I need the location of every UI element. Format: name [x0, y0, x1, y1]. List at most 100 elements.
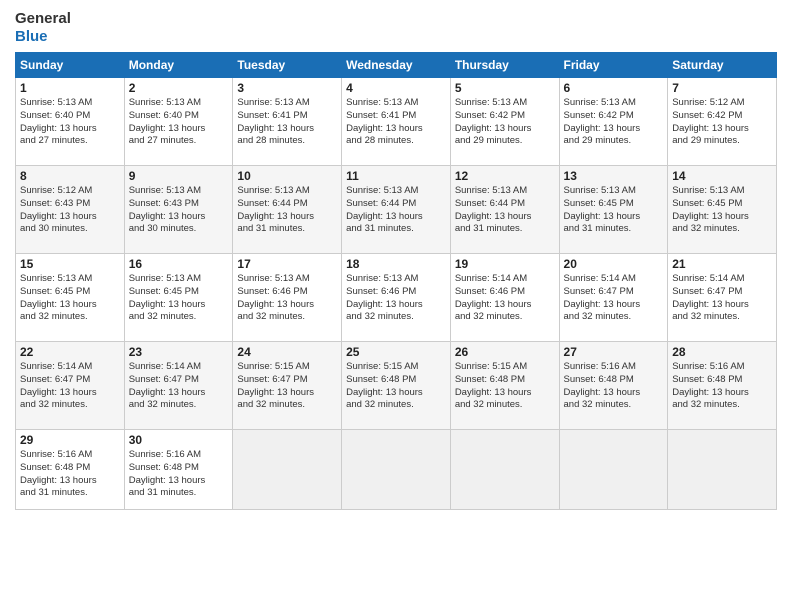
calendar-cell: 9 Sunrise: 5:13 AM Sunset: 6:43 PM Daylig…: [124, 166, 233, 254]
day-number: 16: [129, 257, 229, 271]
day-info: Sunrise: 5:15 AM Sunset: 6:48 PM Dayligh…: [455, 361, 555, 412]
calendar-cell: 10Sunrise: 5:13 AM Sunset: 6:44 PM Dayli…: [233, 166, 342, 254]
weekday-header-monday: Monday: [124, 53, 233, 78]
calendar-cell: 15 Sunrise: 5:13 AM Sunset: 6:45 PM Dayli…: [16, 254, 125, 342]
logo-text: GeneralBlue: [15, 10, 71, 46]
day-info: Sunrise: 5:13 AM Sunset: 6:44 PM Dayligh…: [346, 185, 446, 236]
day-info: Sunrise: 5:13 AM Sunset: 6:40 PM Dayligh…: [20, 97, 120, 148]
day-info: Sunrise: 5:13 AM Sunset: 6:45 PM Dayligh…: [564, 185, 664, 236]
day-number: 19: [455, 257, 555, 271]
day-number: 2: [129, 81, 229, 95]
calendar-cell: 12Sunrise: 5:13 AM Sunset: 6:44 PM Dayli…: [450, 166, 559, 254]
day-info: Sunrise: 5:13 AM Sunset: 6:45 PM Dayligh…: [129, 273, 229, 324]
calendar-cell: 11 Sunrise: 5:13 AM Sunset: 6:44 PM Dayli…: [342, 166, 451, 254]
calendar-cell: 22 Sunrise: 5:14 AM Sunset: 6:47 PM Dayli…: [16, 342, 125, 430]
day-number: 20: [564, 257, 664, 271]
calendar-cell: [668, 430, 777, 510]
day-number: 1: [20, 81, 120, 95]
day-number: 25: [346, 345, 446, 359]
weekday-header-tuesday: Tuesday: [233, 53, 342, 78]
day-number: 6: [564, 81, 664, 95]
day-number: 4: [346, 81, 446, 95]
day-info: Sunrise: 5:13 AM Sunset: 6:41 PM Dayligh…: [237, 97, 337, 148]
day-number: 17: [237, 257, 337, 271]
day-info: Sunrise: 5:15 AM Sunset: 6:47 PM Dayligh…: [237, 361, 337, 412]
day-info: Sunrise: 5:14 AM Sunset: 6:47 PM Dayligh…: [672, 273, 772, 324]
calendar-cell: 3 Sunrise: 5:13 AM Sunset: 6:41 PM Daylig…: [233, 78, 342, 166]
day-number: 30: [129, 433, 229, 447]
calendar-cell: 19 Sunrise: 5:14 AM Sunset: 6:46 PM Dayli…: [450, 254, 559, 342]
day-info: Sunrise: 5:13 AM Sunset: 6:43 PM Dayligh…: [129, 185, 229, 236]
day-number: 8: [20, 169, 120, 183]
calendar-cell: [559, 430, 668, 510]
calendar-cell: 24 Sunrise: 5:15 AM Sunset: 6:47 PM Dayli…: [233, 342, 342, 430]
calendar-table: SundayMondayTuesdayWednesdayThursdayFrid…: [15, 52, 777, 510]
day-info: Sunrise: 5:13 AM Sunset: 6:45 PM Dayligh…: [672, 185, 772, 236]
day-number: 3: [237, 81, 337, 95]
calendar-cell: 27Sunrise: 5:16 AM Sunset: 6:48 PM Dayli…: [559, 342, 668, 430]
day-info: Sunrise: 5:14 AM Sunset: 6:47 PM Dayligh…: [564, 273, 664, 324]
calendar-cell: 29 Sunrise: 5:16 AM Sunset: 6:48 PM Dayli…: [16, 430, 125, 510]
day-number: 7: [672, 81, 772, 95]
calendar-cell: 17Sunrise: 5:13 AM Sunset: 6:46 PM Dayli…: [233, 254, 342, 342]
day-number: 11: [346, 169, 446, 183]
day-number: 15: [20, 257, 120, 271]
day-number: 21: [672, 257, 772, 271]
calendar-cell: 5 Sunrise: 5:13 AM Sunset: 6:42 PM Daylig…: [450, 78, 559, 166]
day-info: Sunrise: 5:16 AM Sunset: 6:48 PM Dayligh…: [564, 361, 664, 412]
day-number: 29: [20, 433, 120, 447]
logo: GeneralBlue: [15, 10, 71, 46]
day-info: Sunrise: 5:16 AM Sunset: 6:48 PM Dayligh…: [129, 449, 229, 500]
calendar-cell: [450, 430, 559, 510]
day-number: 14: [672, 169, 772, 183]
day-info: Sunrise: 5:14 AM Sunset: 6:46 PM Dayligh…: [455, 273, 555, 324]
calendar-cell: [233, 430, 342, 510]
calendar-cell: 30 Sunrise: 5:16 AM Sunset: 6:48 PM Dayli…: [124, 430, 233, 510]
day-info: Sunrise: 5:13 AM Sunset: 6:40 PM Dayligh…: [129, 97, 229, 148]
day-info: Sunrise: 5:14 AM Sunset: 6:47 PM Dayligh…: [20, 361, 120, 412]
calendar-cell: 23 Sunrise: 5:14 AM Sunset: 6:47 PM Dayli…: [124, 342, 233, 430]
calendar-cell: 4 Sunrise: 5:13 AM Sunset: 6:41 PM Daylig…: [342, 78, 451, 166]
weekday-header-saturday: Saturday: [668, 53, 777, 78]
calendar-cell: 14 Sunrise: 5:13 AM Sunset: 6:45 PM Dayli…: [668, 166, 777, 254]
day-info: Sunrise: 5:16 AM Sunset: 6:48 PM Dayligh…: [20, 449, 120, 500]
day-info: Sunrise: 5:14 AM Sunset: 6:47 PM Dayligh…: [129, 361, 229, 412]
calendar-page: GeneralBlue SundayMondayTuesdayWednesday…: [0, 0, 792, 612]
day-info: Sunrise: 5:13 AM Sunset: 6:44 PM Dayligh…: [455, 185, 555, 236]
day-info: Sunrise: 5:13 AM Sunset: 6:46 PM Dayligh…: [346, 273, 446, 324]
calendar-cell: 8 Sunrise: 5:12 AM Sunset: 6:43 PM Daylig…: [16, 166, 125, 254]
day-info: Sunrise: 5:12 AM Sunset: 6:43 PM Dayligh…: [20, 185, 120, 236]
day-number: 5: [455, 81, 555, 95]
day-info: Sunrise: 5:13 AM Sunset: 6:44 PM Dayligh…: [237, 185, 337, 236]
calendar-cell: 1 Sunrise: 5:13 AM Sunset: 6:40 PM Daylig…: [16, 78, 125, 166]
calendar-cell: [342, 430, 451, 510]
day-info: Sunrise: 5:13 AM Sunset: 6:41 PM Dayligh…: [346, 97, 446, 148]
calendar-cell: 7 Sunrise: 5:12 AM Sunset: 6:42 PM Daylig…: [668, 78, 777, 166]
day-info: Sunrise: 5:13 AM Sunset: 6:45 PM Dayligh…: [20, 273, 120, 324]
weekday-header-friday: Friday: [559, 53, 668, 78]
day-info: Sunrise: 5:13 AM Sunset: 6:42 PM Dayligh…: [455, 97, 555, 148]
calendar-cell: 2 Sunrise: 5:13 AM Sunset: 6:40 PM Daylig…: [124, 78, 233, 166]
day-number: 28: [672, 345, 772, 359]
calendar-cell: 16 Sunrise: 5:13 AM Sunset: 6:45 PM Dayli…: [124, 254, 233, 342]
calendar-cell: 18Sunrise: 5:13 AM Sunset: 6:46 PM Dayli…: [342, 254, 451, 342]
calendar-cell: 25 Sunrise: 5:15 AM Sunset: 6:48 PM Dayli…: [342, 342, 451, 430]
calendar-cell: 13 Sunrise: 5:13 AM Sunset: 6:45 PM Dayli…: [559, 166, 668, 254]
calendar-cell: 6Sunrise: 5:13 AM Sunset: 6:42 PM Daylig…: [559, 78, 668, 166]
day-number: 9: [129, 169, 229, 183]
day-number: 13: [564, 169, 664, 183]
weekday-header-thursday: Thursday: [450, 53, 559, 78]
day-info: Sunrise: 5:12 AM Sunset: 6:42 PM Dayligh…: [672, 97, 772, 148]
calendar-cell: 21 Sunrise: 5:14 AM Sunset: 6:47 PM Dayli…: [668, 254, 777, 342]
calendar-cell: 28 Sunrise: 5:16 AM Sunset: 6:48 PM Dayli…: [668, 342, 777, 430]
day-info: Sunrise: 5:16 AM Sunset: 6:48 PM Dayligh…: [672, 361, 772, 412]
calendar-cell: 20 Sunrise: 5:14 AM Sunset: 6:47 PM Dayli…: [559, 254, 668, 342]
day-number: 24: [237, 345, 337, 359]
weekday-header-sunday: Sunday: [16, 53, 125, 78]
day-number: 23: [129, 345, 229, 359]
weekday-header-wednesday: Wednesday: [342, 53, 451, 78]
weekday-header-row: SundayMondayTuesdayWednesdayThursdayFrid…: [16, 53, 777, 78]
day-number: 22: [20, 345, 120, 359]
calendar-cell: 26Sunrise: 5:15 AM Sunset: 6:48 PM Dayli…: [450, 342, 559, 430]
day-info: Sunrise: 5:15 AM Sunset: 6:48 PM Dayligh…: [346, 361, 446, 412]
